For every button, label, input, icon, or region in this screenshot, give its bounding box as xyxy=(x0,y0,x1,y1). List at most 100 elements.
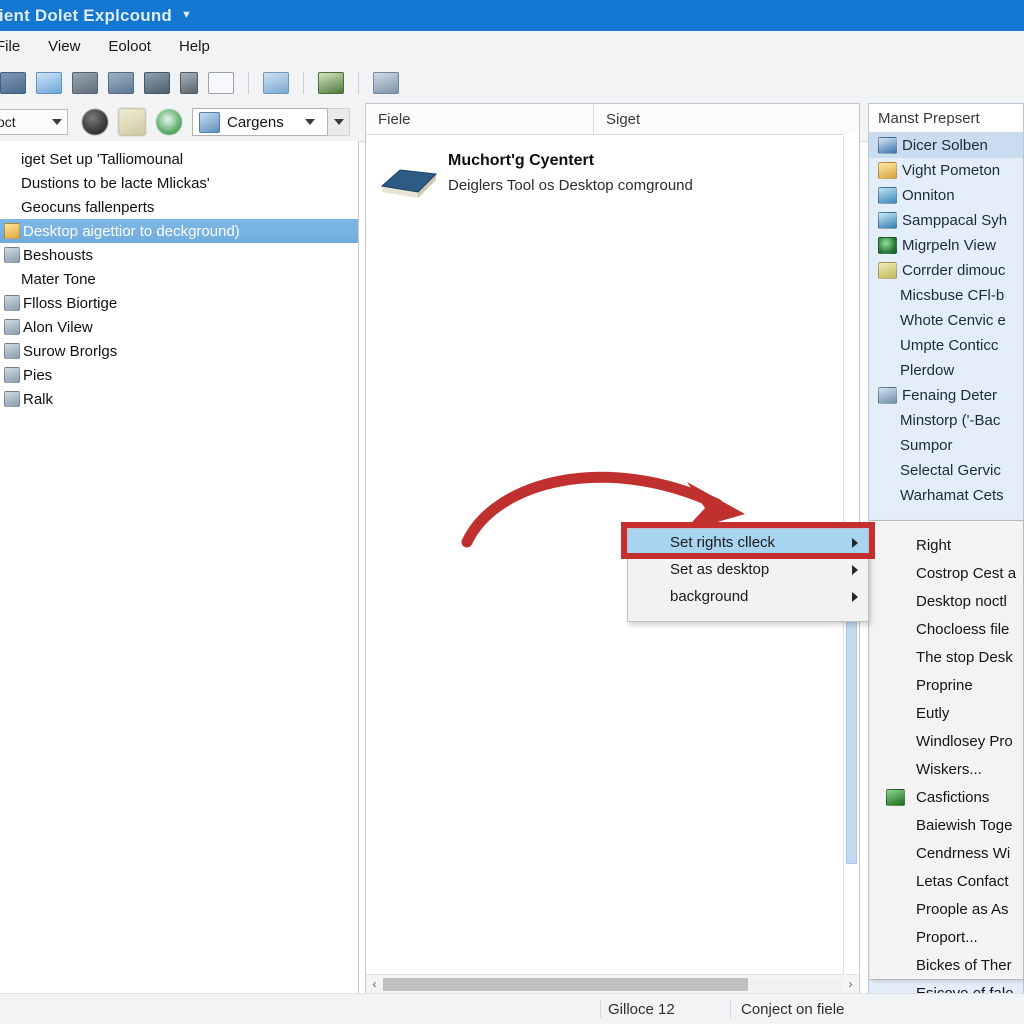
tree-item[interactable]: Ralk xyxy=(0,387,358,411)
submenu-item[interactable]: Right xyxy=(870,531,1023,559)
right-panel-item-label: Fenaing Deter xyxy=(902,387,998,404)
right-panel-item[interactable]: Corrder dimouc xyxy=(869,258,1023,283)
submenu-item-label: Wiskers... xyxy=(916,760,982,778)
tree-icon[interactable] xyxy=(82,109,108,135)
tree-item-label: Geocuns fallenperts xyxy=(21,198,155,216)
right-panel-item[interactable]: Minstorp ('-Bac xyxy=(869,408,1023,433)
submenu-item[interactable]: Windlosey Pro xyxy=(870,727,1023,755)
card-icon[interactable] xyxy=(263,71,289,94)
tree-item-label: Alon Vilew xyxy=(23,318,93,336)
chart-icon[interactable] xyxy=(180,71,198,94)
chevron-down-icon[interactable] xyxy=(52,119,62,125)
submenu-item[interactable]: Bickes of Ther xyxy=(870,951,1023,979)
center-horizontal-scroll-track[interactable] xyxy=(748,977,842,991)
submenu-item[interactable]: Proprine xyxy=(870,671,1023,699)
tree-item[interactable]: Desktop aigettior to deckground) xyxy=(0,219,358,243)
item-icon xyxy=(4,367,20,383)
context-menu-item[interactable]: Set rights clleck xyxy=(628,529,868,556)
right-panel-item[interactable]: Umpte Conticc xyxy=(869,333,1023,358)
tree-item-label: Dustions to be lacte Mlickas' xyxy=(21,174,210,192)
comment-icon[interactable] xyxy=(208,71,234,94)
right-panel-item[interactable]: Plerdow xyxy=(869,358,1023,383)
submenu-item[interactable]: The stop Desk xyxy=(870,643,1023,671)
chevron-down-icon[interactable] xyxy=(304,119,315,125)
menu-item-file[interactable]: File xyxy=(0,38,34,55)
left-combo-box[interactable]: oct xyxy=(0,109,68,135)
submenu-item-label: Baiewish Toge xyxy=(916,816,1013,834)
right-panel-item-label: Samppacal Syh xyxy=(902,212,1008,229)
note-icon[interactable] xyxy=(118,108,146,136)
submenu-item[interactable]: Cendrness Wi xyxy=(870,839,1023,867)
scroll-left-arrow-icon[interactable]: ‹ xyxy=(366,976,383,993)
menu-item-eoloot[interactable]: Eoloot xyxy=(94,38,165,55)
import-icon[interactable] xyxy=(36,71,62,94)
menu-item-view[interactable]: View xyxy=(34,38,94,55)
tree-item[interactable]: Geocuns fallenperts xyxy=(0,195,358,219)
column-header-siget[interactable]: Siget xyxy=(594,104,859,134)
tree-item[interactable]: Pies xyxy=(0,363,358,387)
main-combo-box[interactable]: Cargens xyxy=(192,108,328,136)
right-panel-item[interactable]: Samppacal Syh xyxy=(869,208,1023,233)
tree-item[interactable]: Dustions to be lacte Mlickas' xyxy=(0,171,358,195)
open-folder-icon[interactable] xyxy=(0,71,26,94)
right-panel-item[interactable]: Fenaing Deter xyxy=(869,383,1023,408)
submenu-item[interactable]: Wiskers... xyxy=(870,755,1023,783)
main-combo-value: Cargens xyxy=(227,113,284,131)
file-list-item[interactable]: Muchort'g Cyentert Deiglers Tool os Desk… xyxy=(366,135,859,204)
right-panel-item[interactable]: Dicer Solben xyxy=(869,133,1023,158)
tree-item[interactable]: Beshousts xyxy=(0,243,358,267)
camera-icon[interactable] xyxy=(144,71,170,94)
globe-icon xyxy=(878,237,897,254)
submenu-item[interactable]: Eutly xyxy=(870,699,1023,727)
right-panel-item[interactable]: Whote Cenvic e xyxy=(869,308,1023,333)
submenu-item[interactable]: Costrop Cest a xyxy=(870,559,1023,587)
column-header-file[interactable]: Fiele xyxy=(366,104,594,134)
status-left-text: Gilloce 12 xyxy=(608,1000,675,1018)
right-panel-item[interactable]: Vight Pometon xyxy=(869,158,1023,183)
submenu-item[interactable]: Casfictions xyxy=(870,783,1023,811)
tree-item[interactable]: Alon Vilew xyxy=(0,315,358,339)
right-panel-item[interactable]: Sumpor xyxy=(869,433,1023,458)
toolbar-overflow-button[interactable] xyxy=(328,108,350,136)
right-panel-item[interactable]: Onniton xyxy=(869,183,1023,208)
save-icon[interactable] xyxy=(108,71,134,94)
tree-item[interactable]: iget Set up 'Talliomounal xyxy=(0,147,358,171)
submenu-item[interactable]: Desktop noctl xyxy=(870,587,1023,615)
image-icon xyxy=(878,262,897,279)
file-text-block: Muchort'g Cyentert Deiglers Tool os Desk… xyxy=(448,152,693,194)
tree-item[interactable]: Mater Tone xyxy=(0,267,358,291)
context-menu-item[interactable]: background xyxy=(628,583,868,610)
submenu-panel: Right Costrop Cest a Desktop noctl Chocloes… xyxy=(870,520,1024,1002)
tree-item-label: Beshousts xyxy=(23,246,94,264)
center-horizontal-scroll-thumb[interactable] xyxy=(383,977,748,991)
right-panel-item[interactable]: Selectal Gervic xyxy=(869,458,1023,483)
menu-bar: File View Eoloot Help xyxy=(0,31,1024,63)
tree-item[interactable]: Surow Brorlgs xyxy=(0,339,358,363)
right-panel-item[interactable]: Migrpeln View xyxy=(869,233,1023,258)
context-menu-item[interactable]: Set as desktop xyxy=(628,556,868,583)
center-horizontal-scrollbar[interactable]: ‹ › xyxy=(366,974,859,993)
tree-item-label: Pies xyxy=(23,366,53,384)
picture-icon[interactable] xyxy=(318,71,344,94)
file-title: Muchort'g Cyentert xyxy=(448,152,595,169)
chevron-down-icon[interactable]: ▼ xyxy=(181,10,192,21)
tree-item[interactable]: Flloss Biortige xyxy=(0,291,358,315)
print-icon[interactable] xyxy=(72,71,98,94)
menu-help-label: Help xyxy=(178,38,210,55)
submenu-item-label: Proport... xyxy=(916,928,978,946)
submenu-item[interactable]: Letas Confact xyxy=(870,867,1023,895)
record-icon[interactable] xyxy=(156,109,182,135)
submenu-item[interactable]: Baiewish Toge xyxy=(870,811,1023,839)
right-panel-item[interactable]: Warhamat Cets xyxy=(869,483,1023,508)
submenu-item[interactable]: Proport... xyxy=(870,923,1023,951)
green-square-icon xyxy=(886,788,905,806)
submenu-item[interactable]: Proople as As xyxy=(870,895,1023,923)
refresh-icon[interactable] xyxy=(373,71,399,94)
submenu-item[interactable]: Chocloess file xyxy=(870,615,1023,643)
scroll-right-arrow-icon[interactable]: › xyxy=(842,976,859,993)
status-bar: Gilloce 12 Conject on fiele xyxy=(0,993,1024,1024)
right-panel-header: Manst Prepsert xyxy=(869,104,1023,133)
toolbar-primary xyxy=(0,62,1024,103)
menu-item-help[interactable]: Help xyxy=(165,38,224,55)
right-panel-item[interactable]: Micsbuse CFl-b xyxy=(869,283,1023,308)
